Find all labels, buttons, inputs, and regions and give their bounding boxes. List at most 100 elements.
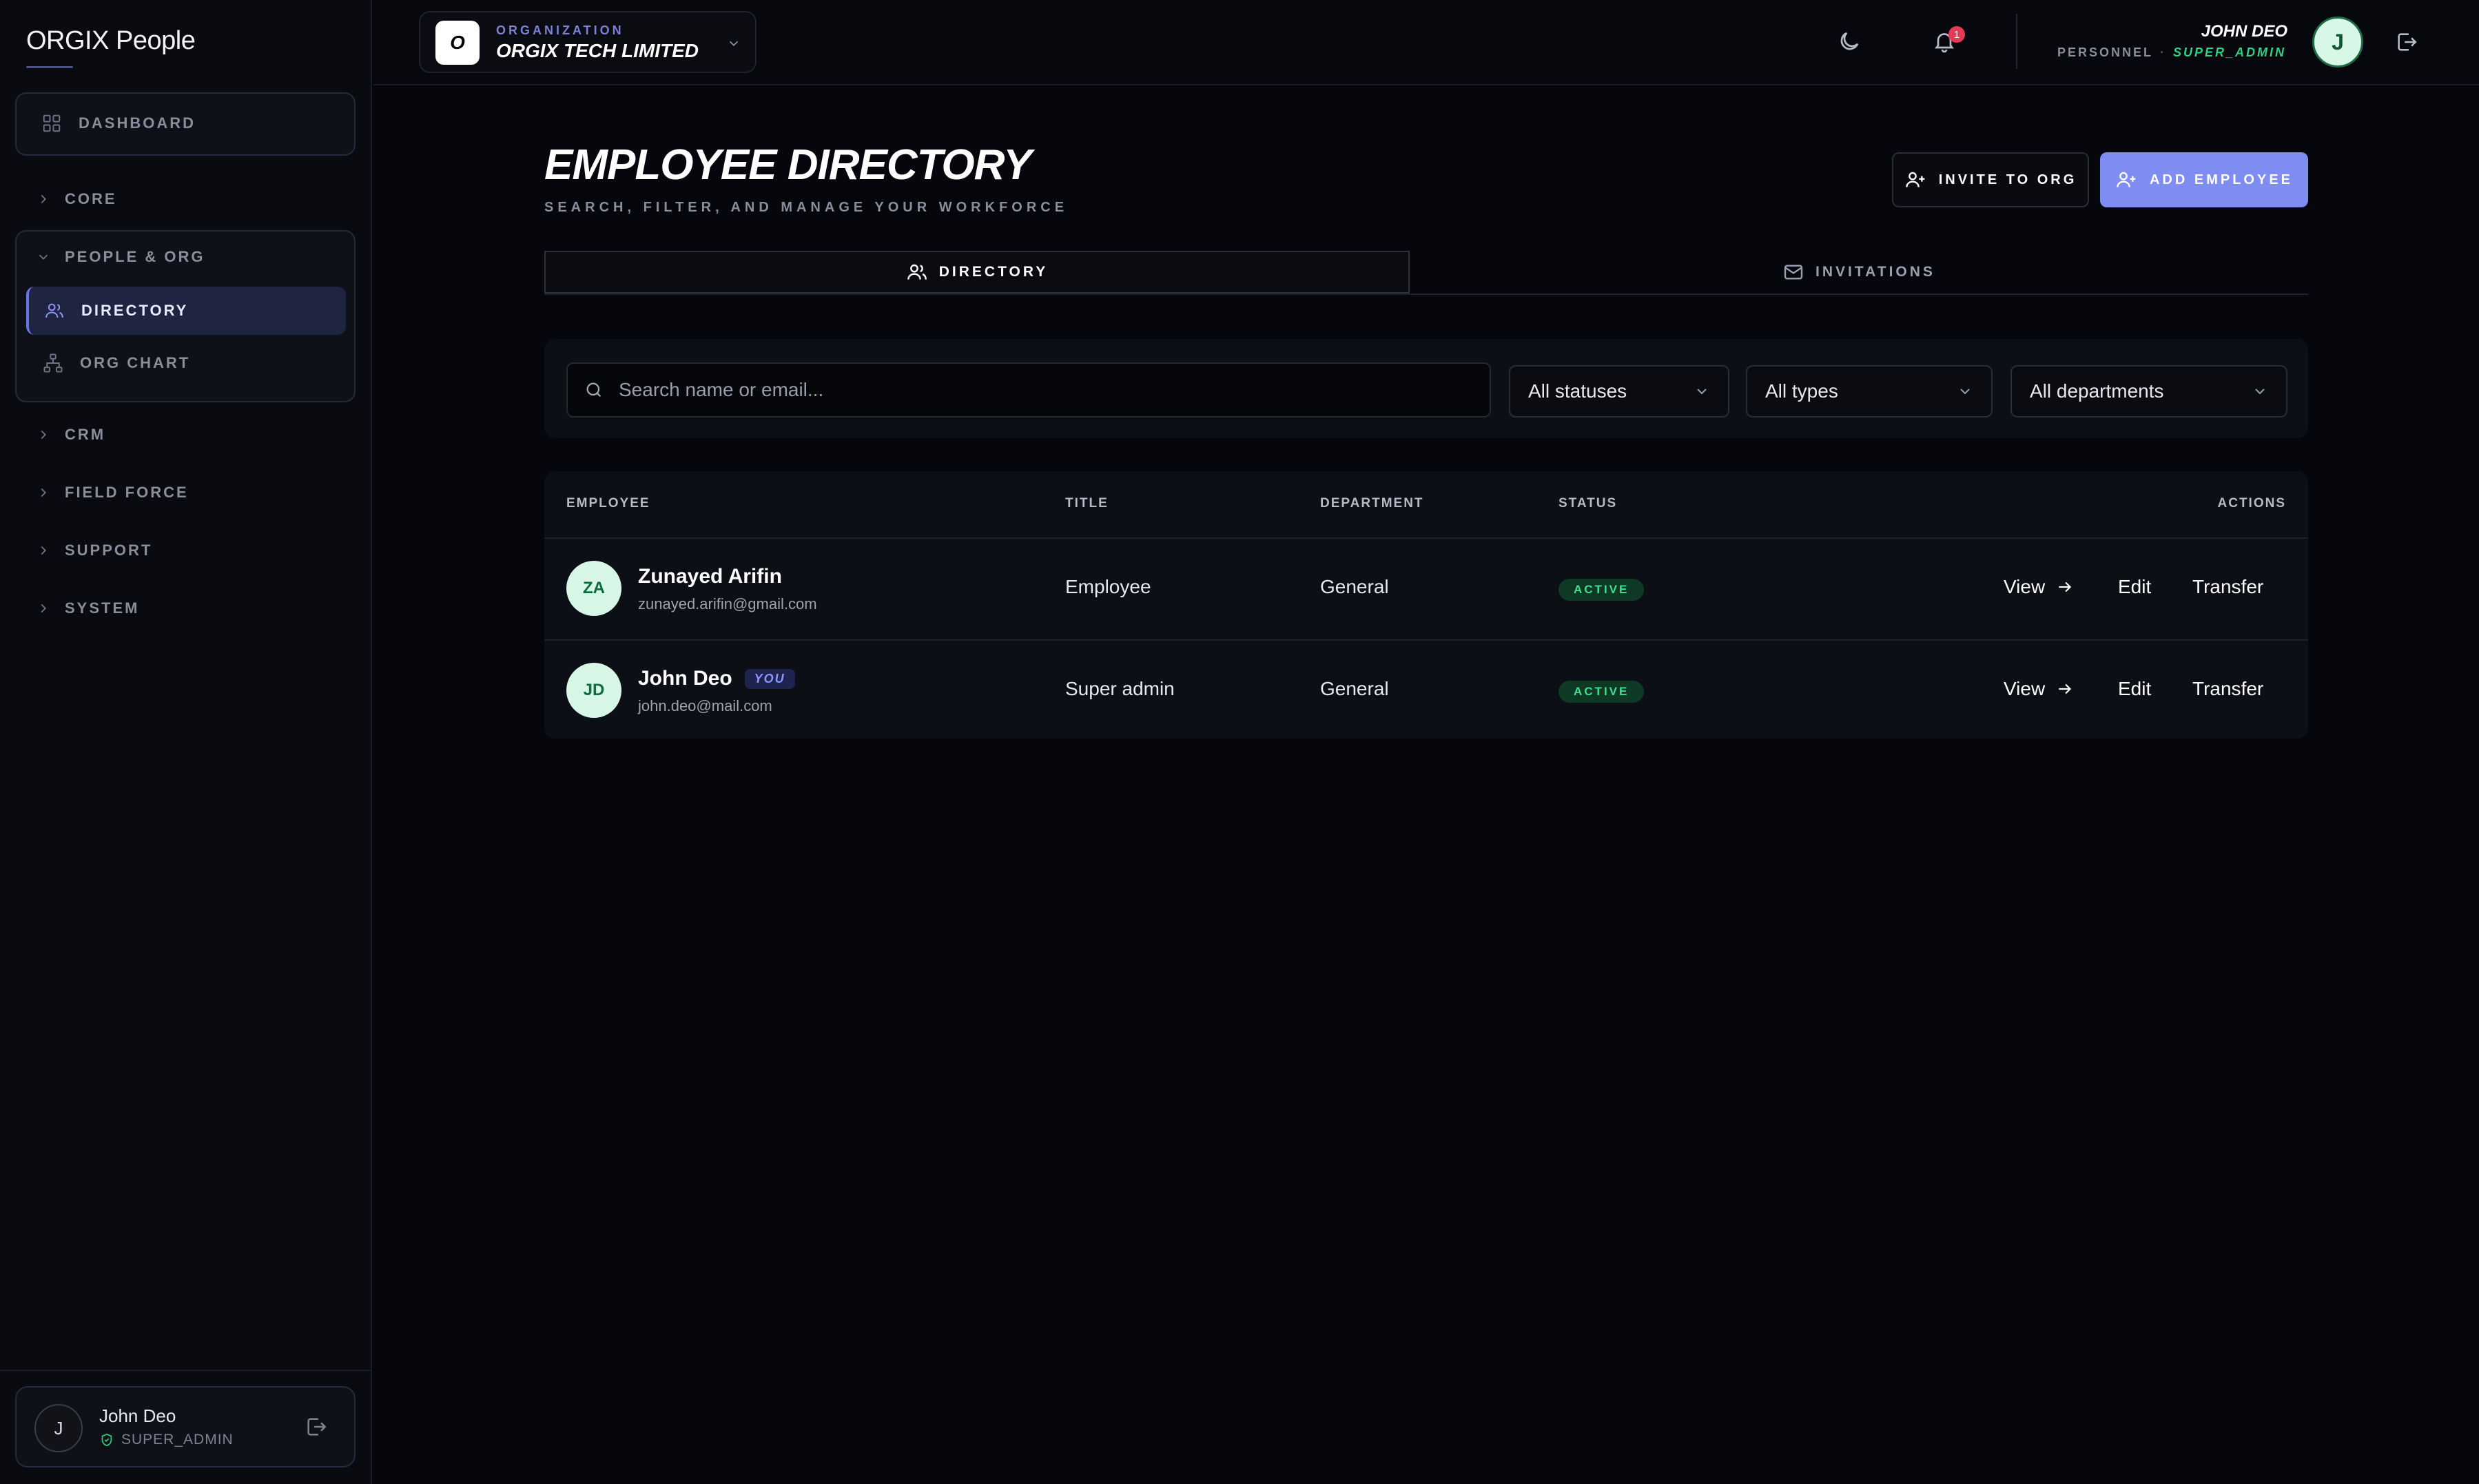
org-caption: ORGANIZATION — [496, 23, 624, 37]
status-badge: ACTIVE — [1559, 579, 1645, 601]
avatar[interactable]: J — [34, 1404, 83, 1452]
org-chart-icon — [43, 353, 63, 373]
notification-badge: 1 — [1948, 26, 1965, 43]
type-filter-select[interactable]: All types — [1746, 365, 1993, 418]
avatar: JD — [566, 663, 621, 718]
tab-invitations[interactable]: INVITATIONS — [1410, 251, 2308, 293]
transfer-button[interactable]: Transfer — [2192, 576, 2263, 598]
sidebar-item-label: DIRECTORY — [81, 302, 189, 319]
view-label: View — [2004, 678, 2046, 699]
organization-switcher[interactable]: O ORGANIZATION ORGIX TECH LIMITED — [419, 11, 757, 73]
chevron-right-icon — [41, 488, 47, 497]
view-button[interactable]: View — [2004, 576, 2074, 598]
page-title: EMPLOYEE DIRECTORY — [544, 141, 1032, 189]
sidebar-section-crm[interactable]: CRM — [36, 426, 105, 444]
sidebar-item-directory-content: DIRECTORY — [44, 300, 188, 321]
sidebar-section-label: PEOPLE & ORG — [65, 248, 205, 265]
sidebar-user-name: John Deo — [99, 1405, 176, 1426]
sidebar-item-org-chart[interactable]: ORG CHART — [43, 353, 190, 373]
table-row[interactable]: JD John Deo YOU john.deo@mail.com Super … — [544, 639, 2308, 739]
sidebar-item-label: ORG CHART — [80, 354, 191, 371]
you-badge: YOU — [744, 668, 795, 689]
column-header-title: TITLE — [1065, 496, 1109, 511]
employee-name-text: Zunayed Arifin — [638, 565, 782, 588]
tabs-divider — [544, 293, 2308, 295]
status-filter-select[interactable]: All statuses — [1509, 365, 1729, 418]
grid-icon — [43, 114, 61, 132]
sidebar-section-core[interactable]: CORE — [36, 190, 117, 208]
org-name: ORGIX TECH LIMITED — [496, 40, 699, 61]
avatar[interactable]: J — [2312, 17, 2363, 68]
sidebar: ORGIX People DASHBOARD CORE PEOPLE & ORG — [0, 0, 372, 1484]
mail-icon — [1784, 265, 1803, 280]
chevron-down-icon — [2255, 389, 2265, 395]
sidebar-section-field-force[interactable]: FIELD FORCE — [36, 484, 189, 502]
chevron-right-icon — [41, 546, 47, 555]
user-plus-icon — [2117, 172, 2136, 187]
table-row[interactable]: ZA Zunayed Arifin zunayed.arifin@gmail.c… — [544, 539, 2308, 638]
chevron-down-icon — [1960, 389, 1970, 395]
invite-to-org-button[interactable]: INVITE TO ORG — [1892, 152, 2089, 207]
employee-name: John Deo YOU — [638, 667, 795, 690]
transfer-button[interactable]: Transfer — [2192, 678, 2263, 700]
department-filter-select[interactable]: All departments — [2010, 365, 2287, 418]
employee-department: General — [1320, 678, 1389, 699]
department-filter-value: All departments — [2030, 380, 2164, 402]
sidebar-section-label: FIELD FORCE — [65, 484, 189, 501]
users-icon — [907, 264, 927, 280]
employee-email: zunayed.arifin@gmail.com — [638, 595, 817, 612]
brand-logo-text[interactable]: ORGIX People — [26, 26, 196, 56]
employee-name-text: John Deo — [638, 667, 732, 690]
employee-table: EMPLOYEE TITLE DEPARTMENT STATUS ACTIONS… — [544, 471, 2308, 739]
sidebar-user-role: SUPER_ADMIN — [99, 1432, 234, 1448]
add-employee-button[interactable]: ADD EMPLOYEE — [2100, 152, 2308, 207]
view-label: View — [2004, 576, 2046, 597]
sidebar-section-label: CRM — [65, 426, 106, 443]
current-user-name: JOHN DEO — [2201, 22, 2287, 41]
chevron-down-icon — [39, 254, 48, 260]
search-input[interactable] — [619, 379, 1490, 401]
edit-button[interactable]: Edit — [2118, 678, 2151, 700]
search-icon — [586, 382, 601, 398]
current-user-role: PERSONNEL · SUPER_ADMIN — [2057, 45, 2286, 60]
search-field[interactable] — [566, 362, 1491, 418]
topbar-divider — [2016, 14, 2017, 69]
sidebar-section-label: SUPPORT — [65, 542, 153, 559]
sidebar-item-dashboard[interactable]: DASHBOARD — [15, 92, 356, 156]
chevron-right-icon — [41, 604, 47, 613]
tab-label: INVITATIONS — [1815, 264, 1935, 280]
edit-button[interactable]: Edit — [2118, 576, 2151, 598]
employee-title: Super admin — [1065, 678, 1175, 699]
separator-dot: · — [2159, 45, 2166, 59]
user-context: PERSONNEL — [2057, 45, 2153, 59]
sidebar-section-people-org-header[interactable]: PEOPLE & ORG — [36, 248, 205, 266]
invite-to-org-label: INVITE TO ORG — [1938, 172, 2077, 187]
page-subtitle: SEARCH, FILTER, AND MANAGE YOUR WORKFORC… — [544, 200, 1069, 215]
sidebar-item-directory[interactable]: DIRECTORY — [26, 287, 346, 335]
brand-underline — [26, 66, 73, 68]
avatar: ZA — [566, 561, 621, 616]
logout-icon[interactable] — [2395, 30, 2418, 54]
type-filter-value: All types — [1765, 380, 1838, 402]
sidebar-section-label: CORE — [65, 190, 117, 207]
employee-department: General — [1320, 576, 1389, 597]
tab-directory[interactable]: DIRECTORY — [544, 251, 1410, 293]
status-filter-value: All statuses — [1528, 380, 1627, 402]
moon-icon[interactable] — [1837, 29, 1862, 54]
arrow-right-icon — [2059, 581, 2072, 592]
chevron-right-icon — [41, 194, 47, 204]
user-plus-icon — [1905, 172, 1925, 187]
view-button[interactable]: View — [2004, 678, 2074, 700]
sidebar-item-dashboard-content: DASHBOARD — [41, 113, 196, 134]
sidebar-section-support[interactable]: SUPPORT — [36, 542, 152, 559]
status-badge: ACTIVE — [1559, 681, 1645, 703]
column-header-status: STATUS — [1559, 496, 1618, 511]
sidebar-section-system[interactable]: SYSTEM — [36, 599, 139, 617]
sidebar-section-people-org: PEOPLE & ORG DIRECTORY ORG CHART — [15, 230, 356, 402]
chevron-down-icon — [729, 41, 739, 47]
employee-name: Zunayed Arifin — [638, 565, 782, 588]
logout-icon[interactable] — [305, 1415, 328, 1439]
sidebar-user-card: J John Deo SUPER_ADMIN — [15, 1386, 356, 1467]
employee-email: john.deo@mail.com — [638, 697, 772, 714]
sidebar-divider — [0, 1370, 372, 1371]
